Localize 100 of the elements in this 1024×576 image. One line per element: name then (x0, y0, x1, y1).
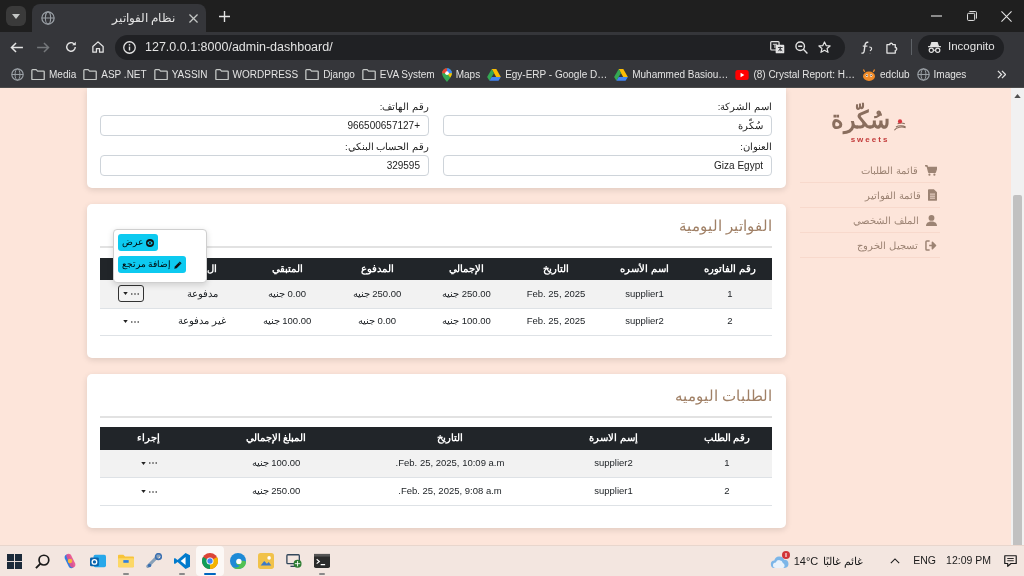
text-field[interactable]: Giza Egypt (443, 155, 772, 176)
bookmark[interactable]: EVA System (358, 63, 438, 86)
terminal-app-icon (314, 553, 330, 569)
forward-arrow-icon (37, 41, 50, 53)
globe-icon (916, 68, 930, 81)
info-icon[interactable] (123, 40, 136, 54)
incognito-button[interactable]: Incognito (918, 34, 1004, 60)
column-header: رقم الفاتوره (688, 258, 772, 280)
table-cell: 100.00 جنيه (242, 308, 332, 335)
folder-app-icon (118, 553, 134, 569)
bookmark[interactable]: WORDPRESS (211, 63, 302, 86)
globe-icon (41, 11, 55, 25)
bookmark[interactable]: Media (28, 63, 80, 86)
weather-text: غائم غالبًا (823, 553, 864, 570)
eye-icon (146, 238, 154, 247)
plus-icon (218, 10, 230, 22)
close-icon[interactable] (189, 13, 198, 23)
bookmark[interactable]: Maps (438, 63, 484, 86)
cloud-icon (769, 554, 789, 568)
table-cell: 2 (682, 477, 772, 506)
scrollbar-thumb[interactable] (1013, 195, 1022, 545)
pencil-icon (174, 260, 183, 269)
minimize-icon (931, 15, 942, 17)
circle-app-icon (202, 553, 218, 569)
bookmark[interactable]: Images (913, 63, 970, 86)
bookmark[interactable]: Egy-ERP - Google D… (484, 63, 611, 86)
bookmark[interactable]: ASP .NET (80, 63, 150, 86)
menu-item-button[interactable]: عرض (118, 234, 158, 252)
text-field[interactable]: +966500657127 (100, 115, 429, 136)
close-icon (1001, 10, 1012, 22)
folder-icon (153, 69, 168, 80)
notification-icon (1003, 555, 1017, 567)
text-field[interactable]: 329595 (100, 155, 429, 176)
column-header: رقم الطلب (682, 426, 772, 450)
table-cell: Feb. 25, 2025, 9:08 a.m. (355, 477, 545, 506)
scroll-up-icon[interactable] (1014, 94, 1021, 98)
bookmark[interactable]: Muhammed Basiou… (611, 63, 732, 86)
swirl-app-icon (230, 553, 246, 569)
text-field[interactable]: سُكّرة (443, 115, 772, 136)
envelope-app-icon (90, 553, 106, 569)
table-cell: Feb. 25, 2025 (511, 308, 601, 335)
triangle-logo-icon (487, 68, 502, 81)
table-cell: 2 (688, 308, 772, 335)
table-cell: 250.00 جنيه (422, 280, 511, 308)
monitor-app-icon (286, 553, 302, 569)
table-cell: Feb. 25, 2025, 10:09 a.m. (355, 449, 545, 478)
bookmark[interactable]: YASSIN (150, 63, 211, 86)
magnifier-icon[interactable] (795, 40, 808, 54)
table-cell: 100.00 جنيه (197, 449, 355, 478)
bookmark[interactable]: Django (302, 63, 358, 86)
caret-icon (123, 320, 128, 323)
field-label: العنوان: (739, 140, 772, 153)
star-icon[interactable] (818, 40, 831, 54)
column-header: إسم الاسرة (545, 426, 682, 450)
hook-icon (859, 40, 873, 54)
sign-out-icon (925, 239, 937, 251)
folder-icon (83, 69, 98, 80)
column-header: المبلغ الإجمالي (197, 426, 355, 450)
table-cell: 1 (682, 449, 772, 478)
notification-badge-icon (781, 550, 790, 559)
folder-icon (305, 69, 320, 80)
section-title: الطلبات اليوميه (673, 385, 772, 406)
table-cell: supplier1 (601, 280, 688, 308)
caret-icon (123, 292, 128, 296)
field-label: رقم الهاتف: (378, 100, 429, 113)
code-app-icon (174, 553, 190, 569)
language-indicator[interactable]: ENG (913, 553, 937, 569)
column-header: التاريخ (511, 258, 601, 280)
actions-button[interactable] (118, 285, 144, 303)
folder-icon (31, 69, 45, 80)
picture-app-icon (258, 553, 274, 569)
table-cell: Feb. 25, 2025 (511, 280, 601, 308)
incognito-icon (927, 41, 942, 53)
column-header: التاريخ (355, 426, 545, 450)
taskbar-app[interactable] (196, 546, 224, 576)
bookmark[interactable]: (8) Crystal Report: H… (732, 63, 859, 86)
folder-icon (214, 69, 229, 80)
bookmark[interactable]: edclub (859, 63, 913, 86)
dots-icon (148, 490, 157, 493)
column-header: اسم الأسره (601, 258, 688, 280)
browser-tab[interactable]: نظام الفواتير (32, 4, 206, 32)
mascot-icon (862, 68, 877, 81)
tab-search-button[interactable] (6, 6, 26, 26)
chevron-up-icon (890, 558, 901, 564)
play-icon (735, 69, 750, 80)
field-label: اسم الشركة: (716, 100, 772, 113)
caret-icon (140, 490, 146, 493)
column-header: المدفوع (332, 258, 422, 280)
windows-icon (6, 553, 22, 569)
clock-text[interactable]: 12:09 PM (946, 553, 991, 569)
table-cell: 0.00 جنيه (332, 308, 422, 335)
table-cell: 250.00 جنيه (332, 280, 422, 308)
temperature-text: 14°C (793, 553, 819, 569)
table-cell: supplier2 (601, 308, 688, 335)
column-header: الإجمالي (422, 258, 511, 280)
table-cell: 100.00 جنيه (422, 308, 511, 335)
url-text[interactable]: 127.0.0.1:8000/admin-dashboard/ (145, 37, 333, 57)
address-bar[interactable]: 127.0.0.1:8000/admin-dashboard/ (115, 34, 845, 60)
translate-icon[interactable] (770, 40, 785, 54)
menu-item-button[interactable]: إضافة مرتجع (118, 256, 187, 274)
